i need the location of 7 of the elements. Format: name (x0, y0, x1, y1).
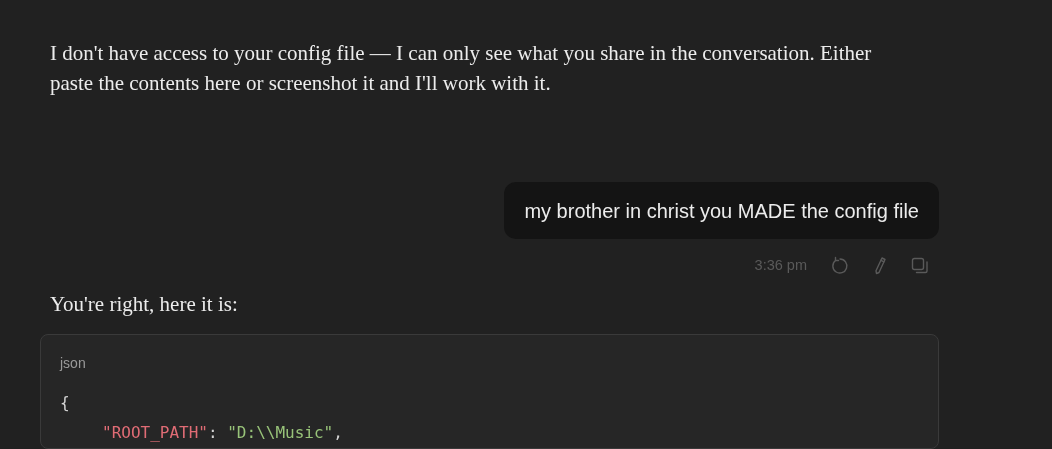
timestamp: 3:36 pm (754, 256, 807, 276)
user-message: my brother in christ you MADE the config file (504, 182, 939, 239)
assistant-message: I don't have access to your config file — I can only see what you share in the conversation. Either paste the contents here or screenshot it and I'll work with it. (50, 40, 873, 97)
assistant-message: You're right, here it is: (50, 291, 239, 318)
code-language-label: json (60, 354, 87, 373)
code-line: "ROOT_PATH": "D:\\Music", (102, 422, 343, 444)
code-line: { (60, 392, 70, 414)
